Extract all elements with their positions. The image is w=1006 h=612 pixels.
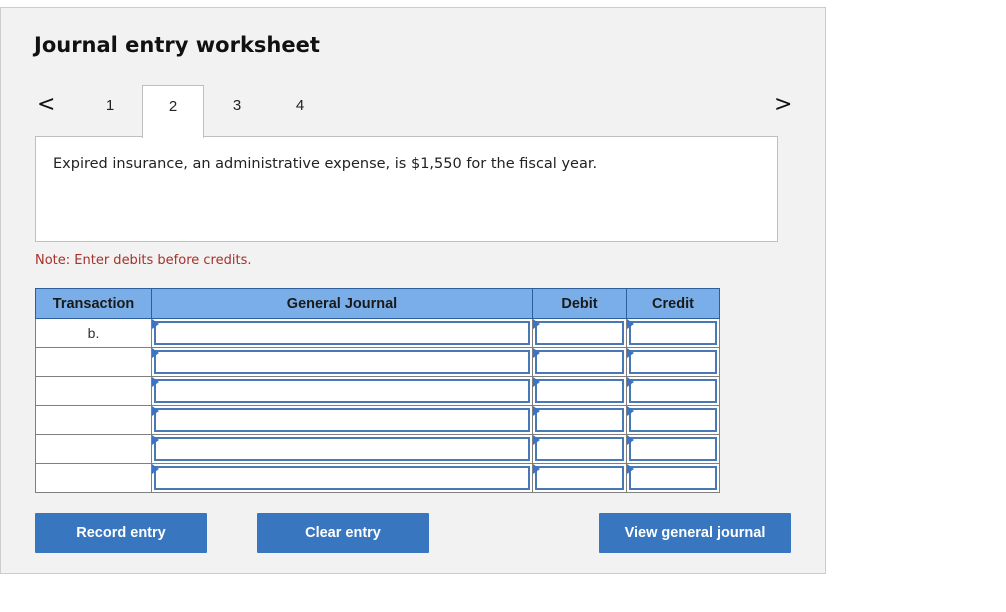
credit-cell <box>626 318 720 348</box>
tab-2[interactable]: 2 <box>142 85 204 138</box>
table-header-row: Transaction General Journal Debit Credit <box>35 288 720 319</box>
credit-cell <box>626 376 720 406</box>
transaction-description: Expired insurance, an administrative exp… <box>53 156 598 172</box>
debit-cell <box>532 318 627 348</box>
debit-input[interactable] <box>535 408 624 432</box>
account-cell <box>151 405 533 435</box>
transaction-cell <box>35 347 152 377</box>
account-input[interactable] <box>154 321 530 345</box>
header-transaction: Transaction <box>35 288 152 319</box>
account-input[interactable] <box>154 350 530 374</box>
transaction-cell: b. <box>35 318 152 348</box>
tab-label: 1 <box>105 97 115 114</box>
debit-cell <box>532 463 627 493</box>
next-arrow-icon[interactable]: > <box>774 94 792 116</box>
debit-input[interactable] <box>535 350 624 374</box>
transaction-cell <box>35 376 152 406</box>
table-row <box>35 347 720 377</box>
tab-label: 2 <box>168 98 178 115</box>
tab-1[interactable]: 1 <box>79 85 141 137</box>
dropdown-marker-icon <box>627 435 634 445</box>
dropdown-marker-icon <box>533 348 540 358</box>
table-row <box>35 376 720 406</box>
table-row: b. <box>35 318 720 348</box>
dropdown-marker-icon <box>627 406 634 416</box>
dropdown-marker-icon <box>533 435 540 445</box>
transaction-cell <box>35 405 152 435</box>
page-title: Journal entry worksheet <box>34 33 320 57</box>
table-row <box>35 434 720 464</box>
dropdown-marker-icon <box>152 319 159 329</box>
dropdown-marker-icon <box>627 464 634 474</box>
credit-input[interactable] <box>629 379 717 403</box>
credit-input[interactable] <box>629 437 717 461</box>
dropdown-marker-icon <box>533 377 540 387</box>
account-cell <box>151 434 533 464</box>
account-input[interactable] <box>154 437 530 461</box>
credit-input[interactable] <box>629 408 717 432</box>
account-input[interactable] <box>154 408 530 432</box>
record-entry-button[interactable]: Record entry <box>35 513 207 553</box>
tab-label: 4 <box>295 97 305 114</box>
dropdown-marker-icon <box>152 377 159 387</box>
dropdown-marker-icon <box>152 464 159 474</box>
credit-cell <box>626 405 720 435</box>
debit-input[interactable] <box>535 466 624 490</box>
dropdown-marker-icon <box>627 377 634 387</box>
dropdown-marker-icon <box>627 348 634 358</box>
dropdown-marker-icon <box>627 319 634 329</box>
tab-3[interactable]: 3 <box>206 85 268 137</box>
debit-cell <box>532 434 627 464</box>
header-debit: Debit <box>532 288 627 319</box>
account-cell <box>151 347 533 377</box>
account-input[interactable] <box>154 379 530 403</box>
dropdown-marker-icon <box>533 464 540 474</box>
account-cell <box>151 463 533 493</box>
transaction-cell <box>35 434 152 464</box>
header-general-journal: General Journal <box>151 288 533 319</box>
transaction-description-box: Expired insurance, an administrative exp… <box>35 136 778 242</box>
table-row <box>35 405 720 435</box>
journal-table: Transaction General Journal Debit Credit… <box>35 288 720 493</box>
prev-arrow-icon[interactable]: < <box>37 94 55 116</box>
dropdown-marker-icon <box>533 406 540 416</box>
credit-input[interactable] <box>629 321 717 345</box>
debit-input[interactable] <box>535 437 624 461</box>
view-general-journal-button[interactable]: View general journal <box>599 513 791 553</box>
account-cell <box>151 376 533 406</box>
debit-input[interactable] <box>535 379 624 403</box>
dropdown-marker-icon <box>533 319 540 329</box>
dropdown-marker-icon <box>152 406 159 416</box>
credit-input[interactable] <box>629 350 717 374</box>
dropdown-marker-icon <box>152 435 159 445</box>
tab-4[interactable]: 4 <box>269 85 331 137</box>
debit-credit-note: Note: Enter debits before credits. <box>35 253 252 268</box>
debit-cell <box>532 405 627 435</box>
debit-cell <box>532 376 627 406</box>
credit-cell <box>626 347 720 377</box>
account-input[interactable] <box>154 466 530 490</box>
credit-cell <box>626 463 720 493</box>
debit-input[interactable] <box>535 321 624 345</box>
dropdown-marker-icon <box>152 348 159 358</box>
clear-entry-button[interactable]: Clear entry <box>257 513 429 553</box>
table-row <box>35 463 720 493</box>
account-cell <box>151 318 533 348</box>
credit-input[interactable] <box>629 466 717 490</box>
tab-label: 3 <box>232 97 242 114</box>
worksheet-panel: Journal entry worksheet < > 1 2 3 4 Expi… <box>0 7 826 574</box>
debit-cell <box>532 347 627 377</box>
header-credit: Credit <box>626 288 720 319</box>
credit-cell <box>626 434 720 464</box>
transaction-cell <box>35 463 152 493</box>
